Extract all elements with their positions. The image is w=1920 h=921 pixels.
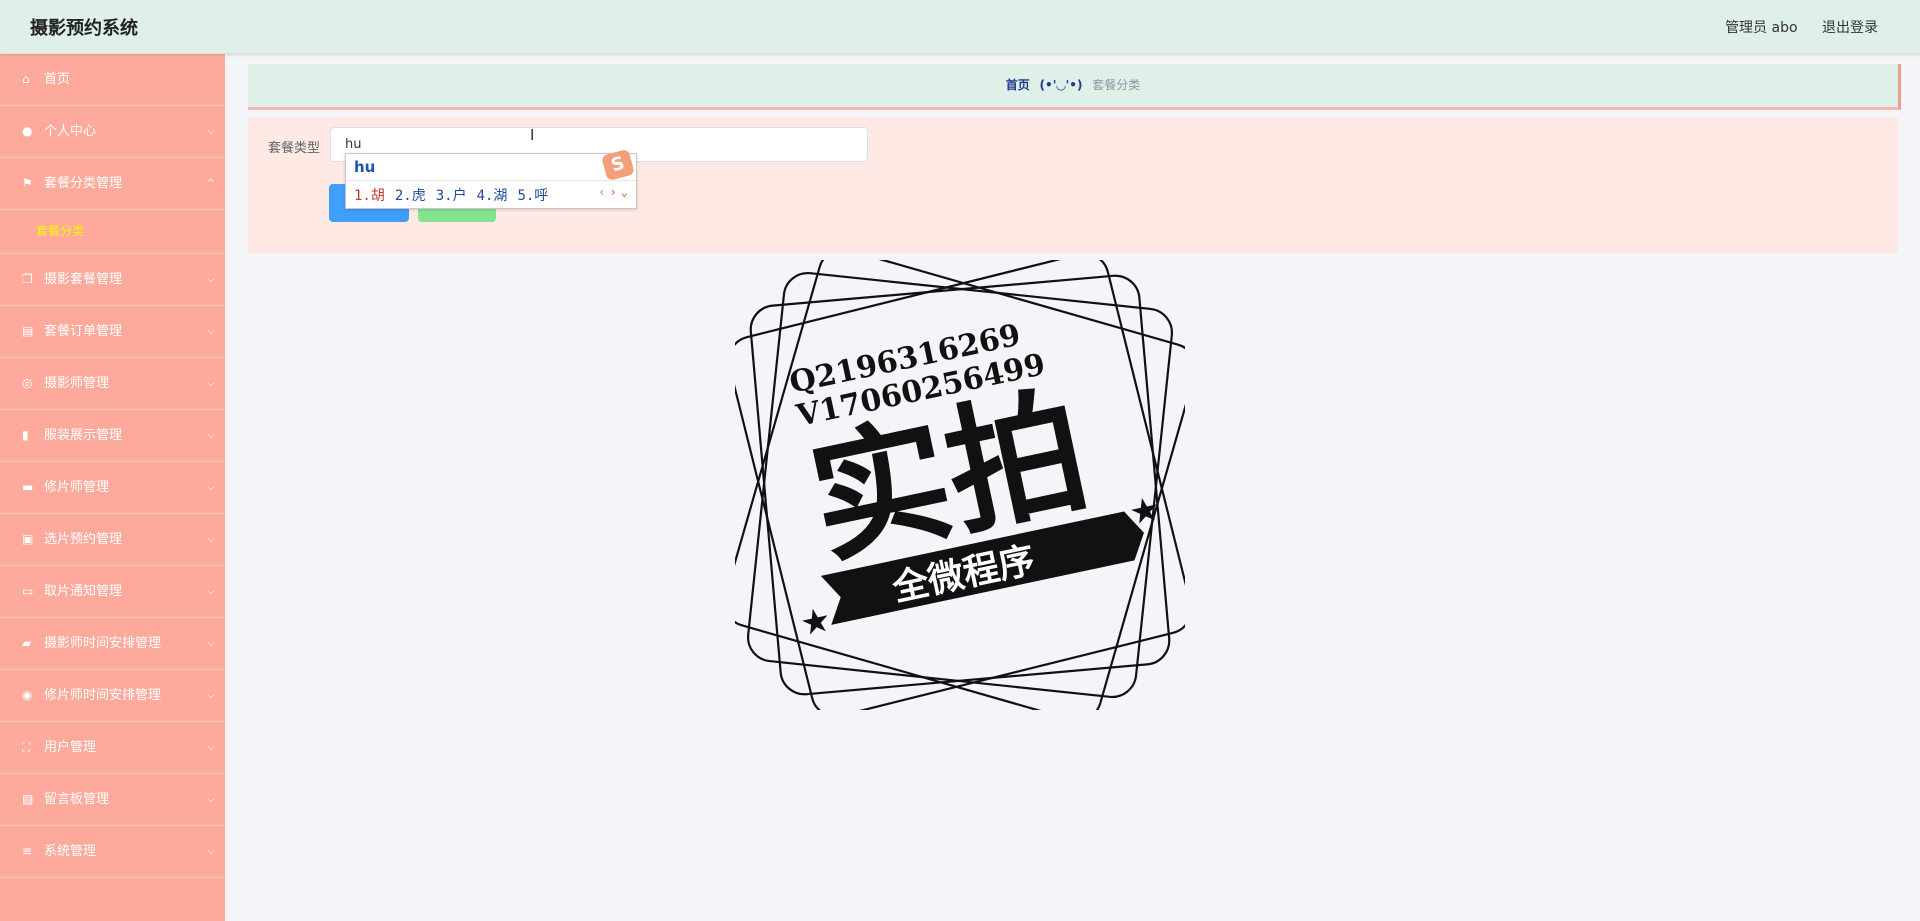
ime-candidate[interactable]: 1.胡 xyxy=(354,188,385,204)
breadcrumb-home[interactable]: 首页 xyxy=(1006,78,1030,92)
package-type-label: 套餐类型 xyxy=(268,141,321,156)
message-icon: ▭ xyxy=(22,584,34,598)
top-header: 摄影预约系统 管理员 abo 退出登录 xyxy=(0,0,1920,53)
clipboard-check-icon: ▧ xyxy=(22,792,34,806)
ime-candidate-list: 1.胡 2.虎 3.户 4.湖 5.呼 xyxy=(354,185,558,205)
clipboard-icon: ▤ xyxy=(22,324,34,338)
chat-icon: ▰ xyxy=(22,636,32,650)
sidebar-subitem-package-category[interactable]: 套餐分类 xyxy=(0,210,225,254)
sliders-icon: ≡ xyxy=(22,844,33,858)
chevron-down-icon: ⌵ xyxy=(207,586,215,597)
chevron-down-icon: ⌵ xyxy=(207,482,215,493)
sidebar-item-system[interactable]: ≡ 系统管理 ⌵ xyxy=(0,826,225,878)
user-icon: ● xyxy=(22,124,33,138)
ime-candidate[interactable]: 2.虎 xyxy=(395,188,426,204)
sidebar-item-photographer[interactable]: ◎ 摄影师管理 ⌵ xyxy=(0,358,225,410)
text-cursor-icon: I xyxy=(530,126,535,144)
sidebar-item-photographer-schedule[interactable]: ▰ 摄影师时间安排管理 ⌵ xyxy=(0,618,225,670)
chevron-right-icon[interactable]: › xyxy=(610,185,617,199)
sidebar-item-costume-display[interactable]: ▮ 服装展示管理 ⌵ xyxy=(0,410,225,462)
sidebar-item-package-order[interactable]: ▤ 套餐订单管理 ⌵ xyxy=(0,306,225,358)
sidebar: ⌂ 首页 ● 个人中心 ⌵ ⚑ 套餐分类管理 ^ 套餐分类 ❐ 摄影套餐管理 ⌵ ▤ 套餐… xyxy=(0,54,225,921)
sidebar-item-photo-package[interactable]: ❐ 摄影套餐管理 ⌵ xyxy=(0,254,225,306)
logout-link[interactable]: 退出登录 xyxy=(1822,20,1878,36)
star-icon: ★ xyxy=(797,599,835,644)
breadcrumb: 首页 (•'◡'•) 套餐分类 xyxy=(248,64,1901,110)
chevron-down-icon: ⌵ xyxy=(207,378,215,389)
chevron-left-icon[interactable]: ‹ xyxy=(598,185,605,199)
ime-candidate[interactable]: 4.湖 xyxy=(477,188,508,204)
chevron-down-icon: ⌵ xyxy=(207,742,215,753)
chevron-down-icon[interactable]: ⌄ xyxy=(621,185,628,199)
sidebar-item-user-management[interactable]: ⛶ 用户管理 ⌵ xyxy=(0,722,225,774)
ime-composition-text: hu xyxy=(354,158,376,176)
chevron-down-icon: ⌵ xyxy=(207,326,215,337)
ime-candidate-popup: hu S 1.胡 2.虎 3.户 4.湖 5.呼 ‹ › ⌄ xyxy=(345,148,637,209)
chart-box-icon: ▣ xyxy=(22,532,34,546)
ime-divider xyxy=(346,180,636,181)
chevron-down-icon: ⌵ xyxy=(207,126,215,137)
ime-logo-icon: S xyxy=(601,148,635,182)
sidebar-item-message-board[interactable]: ▧ 留言板管理 ⌵ xyxy=(0,774,225,826)
ime-candidate[interactable]: 5.呼 xyxy=(517,188,548,204)
chevron-up-icon: ^ xyxy=(206,178,215,189)
chevron-down-icon: ⌵ xyxy=(207,846,215,857)
flag-icon: ⚑ xyxy=(22,176,33,190)
ime-candidate[interactable]: 3.户 xyxy=(436,188,467,204)
chevron-down-icon: ⌵ xyxy=(207,430,215,441)
compass-icon: ◎ xyxy=(22,376,33,390)
breadcrumb-separator: (•'◡'•) xyxy=(1039,78,1083,92)
sidebar-item-retoucher[interactable]: ▬ 修片师管理 ⌵ xyxy=(0,462,225,514)
chevron-down-icon: ⌵ xyxy=(207,794,215,805)
copy-icon: ❐ xyxy=(22,272,33,286)
watermark-stamp: Q2196316269 V17060256499 实拍 全微程序 ★ ★ xyxy=(735,260,1185,710)
sidebar-item-package-category[interactable]: ⚑ 套餐分类管理 ^ xyxy=(0,158,225,210)
sidebar-item-home[interactable]: ⌂ 首页 xyxy=(0,54,225,106)
target-icon: ◉ xyxy=(22,688,33,702)
chevron-down-icon: ⌵ xyxy=(207,690,215,701)
ime-nav: ‹ › ⌄ xyxy=(598,185,628,199)
sidebar-item-pickup-notice[interactable]: ▭ 取片通知管理 ⌵ xyxy=(0,566,225,618)
bar-chart-icon: ▮ xyxy=(22,428,29,442)
printer-icon: ▬ xyxy=(22,480,34,494)
home-icon: ⌂ xyxy=(22,72,30,86)
chevron-down-icon: ⌵ xyxy=(207,534,215,545)
sidebar-item-personal-center[interactable]: ● 个人中心 ⌵ xyxy=(0,106,225,158)
chevron-down-icon: ⌵ xyxy=(207,274,215,285)
app-title: 摄影预约系统 xyxy=(30,18,138,39)
chevron-down-icon: ⌵ xyxy=(207,638,215,649)
header-right: 管理员 abo 退出登录 xyxy=(1705,17,1878,37)
admin-user-label: 管理员 abo xyxy=(1725,20,1798,36)
sidebar-item-selection-appointment[interactable]: ▣ 选片预约管理 ⌵ xyxy=(0,514,225,566)
fullscreen-icon: ⛶ xyxy=(22,740,31,754)
breadcrumb-current: 套餐分类 xyxy=(1092,78,1141,92)
sidebar-item-retoucher-schedule[interactable]: ◉ 修片师时间安排管理 ⌵ xyxy=(0,670,225,722)
